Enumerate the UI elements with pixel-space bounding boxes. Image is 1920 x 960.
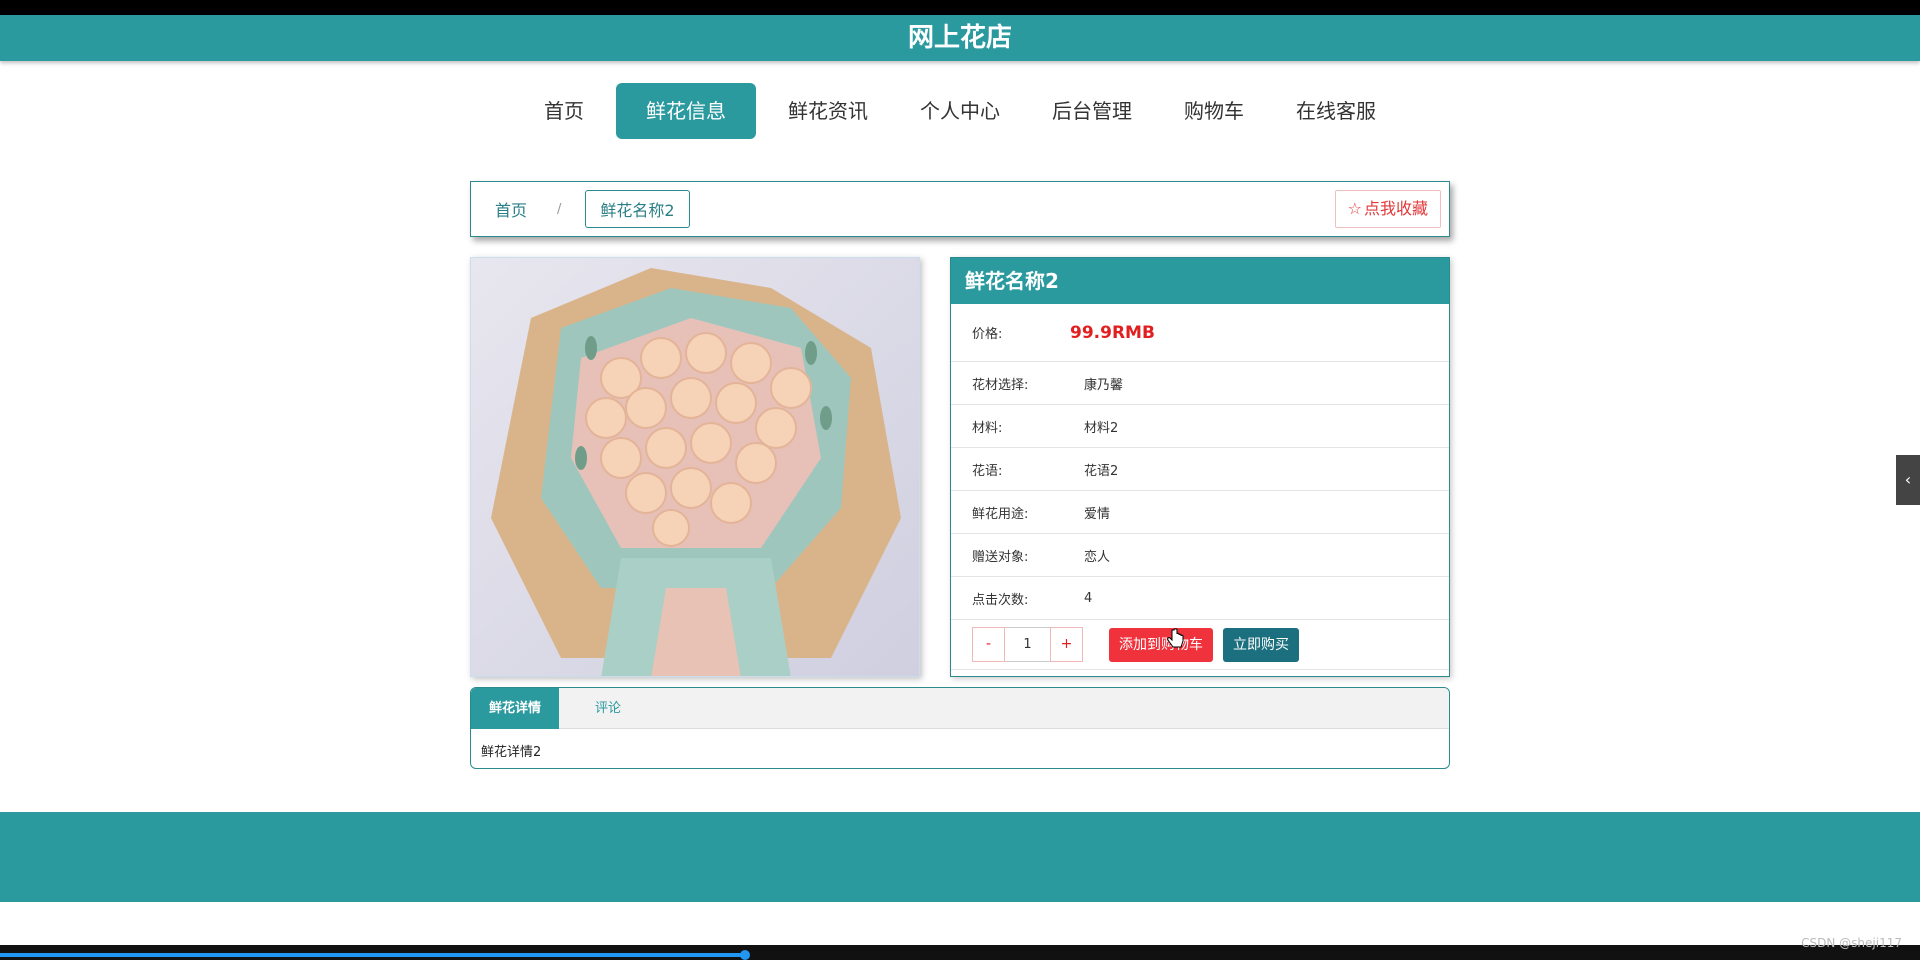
favorite-button[interactable]: ☆ 点我收藏 bbox=[1334, 190, 1441, 228]
breadcrumb-current: 鲜花名称2 bbox=[585, 190, 690, 228]
buy-now-button[interactable]: 立即购买 bbox=[1223, 627, 1299, 662]
tab-comments[interactable]: 评论 bbox=[559, 688, 657, 729]
info-row-material: 材料: 材料2 bbox=[951, 405, 1449, 448]
nav-item-customer-service[interactable]: 在线客服 bbox=[1276, 83, 1396, 139]
field-value: 4 bbox=[1084, 590, 1093, 606]
product-image bbox=[470, 257, 920, 677]
site-header: 网上花店 bbox=[0, 15, 1920, 61]
field-value: 花语2 bbox=[1084, 463, 1119, 479]
quantity-decrease-button[interactable]: - bbox=[972, 627, 1005, 662]
watermark: CSDN @sheji117 bbox=[1801, 936, 1902, 950]
field-value: 康乃馨 bbox=[1084, 377, 1124, 393]
nav-item-personal-center[interactable]: 个人中心 bbox=[900, 83, 1020, 139]
tab-content: 鲜花详情2 bbox=[481, 745, 542, 760]
nav-item-cart[interactable]: 购物车 bbox=[1164, 83, 1264, 139]
price-row: 价格: 99.9RMB bbox=[951, 304, 1449, 362]
tabs-header: 鲜花详情 评论 bbox=[471, 688, 1449, 729]
favorite-label: 点我收藏 bbox=[1363, 199, 1428, 218]
site-title: 网上花店 bbox=[907, 23, 1012, 53]
breadcrumb-home-link[interactable]: 首页 bbox=[495, 197, 527, 221]
info-row-recipient: 赠送对象: 恋人 bbox=[951, 534, 1449, 577]
field-label: 材料: bbox=[972, 420, 1003, 436]
price-label: 价格: bbox=[972, 327, 1003, 342]
breadcrumb: 首页 / 鲜花名称2 ☆ 点我收藏 bbox=[470, 181, 1450, 237]
video-progress-bar[interactable] bbox=[0, 953, 745, 957]
nav-item-flower-news[interactable]: 鲜花资讯 bbox=[768, 83, 888, 139]
window-top-bar bbox=[0, 0, 1920, 15]
star-outline-icon: ☆ bbox=[1347, 199, 1362, 218]
nav-item-flower-info[interactable]: 鲜花信息 bbox=[616, 83, 756, 139]
field-label: 鲜花用途: bbox=[972, 506, 1029, 522]
video-progress-handle[interactable] bbox=[740, 950, 750, 960]
hand-cursor-icon bbox=[1167, 628, 1184, 648]
flower-bouquet-image bbox=[471, 258, 919, 676]
purchase-actions: - 1 + 添加到购物车 立即购买 bbox=[951, 620, 1449, 670]
chevron-left-icon[interactable]: ‹ bbox=[1896, 455, 1920, 505]
nav-item-admin[interactable]: 后台管理 bbox=[1032, 83, 1152, 139]
quantity-increase-button[interactable]: + bbox=[1050, 627, 1083, 662]
field-label: 花语: bbox=[972, 463, 1003, 479]
site-footer bbox=[0, 812, 1920, 902]
tab-flower-details[interactable]: 鲜花详情 bbox=[471, 688, 560, 729]
field-label: 花材选择: bbox=[972, 377, 1029, 393]
field-label: 点击次数: bbox=[972, 592, 1029, 608]
info-row-click-count: 点击次数: 4 bbox=[951, 577, 1449, 620]
info-row-flower-material: 花材选择: 康乃馨 bbox=[951, 362, 1449, 405]
product-info-panel: 鲜花名称2 价格: 99.9RMB 花材选择: 康乃馨 材料: 材料2 花语: … bbox=[950, 257, 1450, 677]
add-to-cart-button[interactable]: 添加到购物车 bbox=[1109, 627, 1213, 662]
field-value: 恋人 bbox=[1084, 549, 1111, 565]
nav-item-home[interactable]: 首页 bbox=[524, 83, 604, 139]
quantity-input[interactable]: 1 bbox=[1005, 627, 1050, 662]
info-row-flower-language: 花语: 花语2 bbox=[951, 448, 1449, 491]
product-title: 鲜花名称2 bbox=[951, 258, 1449, 304]
field-value: 材料2 bbox=[1084, 420, 1119, 436]
info-row-usage: 鲜花用途: 爱情 bbox=[951, 491, 1449, 534]
product-detail-tabs: 鲜花详情 评论 鲜花详情2 bbox=[470, 687, 1450, 769]
main-nav: 首页 鲜花信息 鲜花资讯 个人中心 后台管理 购物车 在线客服 bbox=[0, 83, 1920, 139]
breadcrumb-separator: / bbox=[557, 201, 562, 217]
price-value: 99.9RMB bbox=[1070, 322, 1155, 343]
field-value: 爱情 bbox=[1084, 506, 1111, 522]
field-label: 赠送对象: bbox=[972, 549, 1029, 565]
